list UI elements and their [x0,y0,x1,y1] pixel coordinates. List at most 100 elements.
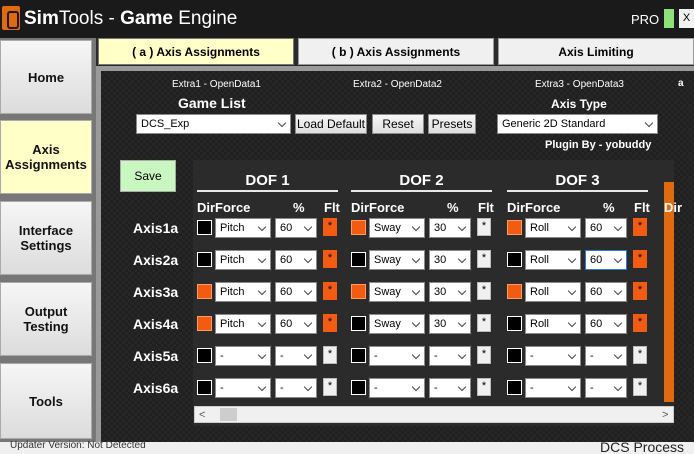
percent-select[interactable]: 60 [585,250,627,270]
direction-checkbox[interactable] [197,316,212,331]
percent-select[interactable]: - [429,378,471,398]
filter-button[interactable]: * [323,378,337,396]
direction-checkbox[interactable] [507,380,522,395]
direction-checkbox[interactable] [351,380,366,395]
direction-checkbox[interactable] [351,284,366,299]
presets-button[interactable]: Presets [428,114,476,134]
direction-checkbox[interactable] [197,284,212,299]
percent-select[interactable]: 60 [275,218,317,238]
direction-checkbox[interactable] [507,348,522,363]
sidebar-item-tools[interactable]: Tools [0,363,92,439]
reset-button[interactable]: Reset [372,114,424,134]
percent-select[interactable]: 30 [429,282,471,302]
horizontal-scrollbar[interactable] [194,406,674,423]
close-button[interactable]: X [679,9,694,28]
filter-button[interactable]: * [633,218,647,236]
filter-button[interactable]: * [477,250,491,268]
tab-axis-assignments-b[interactable]: ( b ) Axis Assignments [298,38,494,65]
filter-button[interactable]: * [633,314,647,332]
percent-select[interactable]: 60 [275,250,317,270]
filter-button[interactable]: * [323,314,337,332]
scroll-thumb[interactable] [220,408,237,421]
sidebar-item-axis-assignments[interactable]: Axis Assignments [0,120,92,194]
direction-checkbox[interactable] [351,348,366,363]
col-header-force: Force [525,200,561,215]
filter-button[interactable]: * [477,346,491,364]
percent-select[interactable]: 60 [275,282,317,302]
filter-button[interactable]: * [633,282,647,300]
save-button[interactable]: Save [120,160,176,192]
filter-button[interactable]: * [477,218,491,236]
direction-checkbox[interactable] [507,284,522,299]
sidebar-item-output-testing[interactable]: Output Testing [0,282,92,356]
percent-select[interactable]: - [275,378,317,398]
filter-button[interactable]: * [633,378,647,396]
force-select[interactable]: Roll [525,282,581,302]
scroll-left-icon[interactable]: < [199,409,205,421]
axis-type-label: Axis Type [551,97,607,111]
simtools-logo-icon [2,6,20,30]
percent-select[interactable]: 60 [585,314,627,334]
force-select[interactable]: Pitch [215,314,271,334]
filter-button[interactable]: * [323,346,337,364]
percent-select[interactable]: - [275,346,317,366]
filter-button[interactable]: * [323,218,337,236]
direction-checkbox[interactable] [507,220,522,235]
percent-select[interactable]: - [585,378,627,398]
filter-button[interactable]: * [477,314,491,332]
force-select[interactable]: Sway [369,218,425,238]
force-select[interactable]: Sway [369,282,425,302]
filter-button[interactable]: * [323,282,337,300]
percent-select[interactable]: 60 [585,282,627,302]
col-header-dir-partial: Dir [664,200,683,215]
filter-button[interactable]: * [633,346,647,364]
force-select[interactable]: Pitch [215,250,271,270]
direction-checkbox[interactable] [351,252,366,267]
direction-checkbox[interactable] [197,220,212,235]
corner-label: a [678,78,684,89]
force-select[interactable]: - [369,346,425,366]
app-title: SimTools - Game Engine [24,8,238,29]
sidebar-item-home[interactable]: Home [0,40,92,114]
percent-select[interactable]: - [585,346,627,366]
force-select[interactable]: Roll [525,250,581,270]
percent-select[interactable]: 30 [429,218,471,238]
force-select[interactable]: - [525,346,581,366]
direction-checkbox[interactable] [197,252,212,267]
filter-button[interactable]: * [633,250,647,268]
axis-type-select[interactable]: Generic 2D Standard [497,114,658,134]
direction-checkbox[interactable] [197,380,212,395]
direction-checkbox[interactable] [351,220,366,235]
force-select[interactable]: Pitch [215,282,271,302]
force-select[interactable]: - [525,378,581,398]
tab-axis-assignments-a[interactable]: ( a ) Axis Assignments [98,38,294,65]
force-select[interactable]: - [215,346,271,366]
col-header-percent: % [603,200,615,215]
scroll-right-icon[interactable]: > [662,409,668,421]
direction-checkbox[interactable] [351,316,366,331]
filter-button[interactable]: * [323,250,337,268]
sidebar-item-interface-settings[interactable]: Interface Settings [0,201,92,275]
load-default-button[interactable]: Load Default [295,114,367,134]
force-select[interactable]: Sway [369,250,425,270]
percent-select[interactable]: 60 [585,218,627,238]
direction-checkbox[interactable] [507,252,522,267]
filter-button[interactable]: * [477,378,491,396]
direction-checkbox[interactable] [197,348,212,363]
percent-select[interactable]: 30 [429,250,471,270]
updater-version-text: Updater Version: Not Detected [10,440,146,451]
col-header-percent: % [447,200,459,215]
percent-select[interactable]: 30 [429,314,471,334]
force-select[interactable]: - [369,378,425,398]
percent-select[interactable]: 60 [275,314,317,334]
force-select[interactable]: Roll [525,218,581,238]
filter-button[interactable]: * [477,282,491,300]
percent-select[interactable]: - [429,346,471,366]
force-select[interactable]: Sway [369,314,425,334]
tab-axis-limiting[interactable]: Axis Limiting [498,38,694,65]
direction-checkbox[interactable] [507,316,522,331]
game-list-select[interactable]: DCS_Exp [136,114,291,134]
force-select[interactable]: Roll [525,314,581,334]
force-select[interactable]: Pitch [215,218,271,238]
force-select[interactable]: - [215,378,271,398]
